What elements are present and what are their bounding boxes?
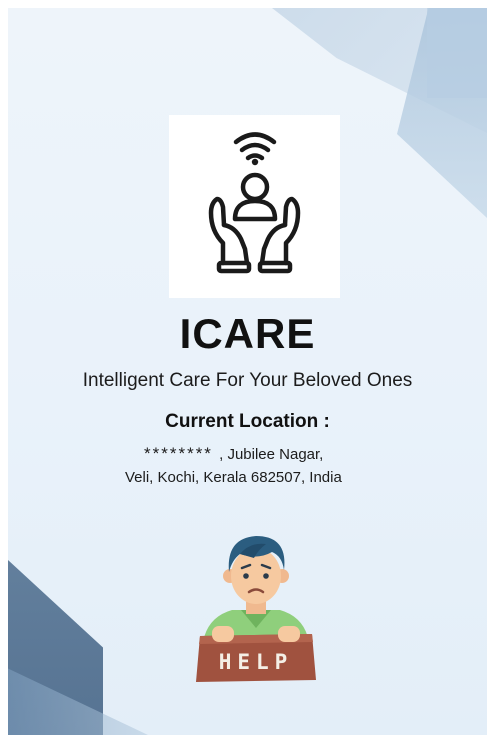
wifi-person-hands-care-icon: [208, 132, 301, 274]
help-button[interactable]: HELP: [186, 530, 326, 695]
address-line-1-text: , Jubilee Nagar,: [214, 446, 324, 463]
help-label: HELP: [218, 650, 294, 674]
decorative-shape-top-right-corner: [427, 8, 487, 98]
app-screen: ICARE Intelligent Care For Your Beloved …: [8, 8, 487, 735]
address-line-2: Veli, Kochi, Kerala 682507, India: [125, 469, 342, 486]
app-logo: [169, 115, 340, 298]
app-title: ICARE: [179, 310, 316, 357]
address-line-1: ******** , Jubilee Nagar,: [144, 444, 323, 464]
current-location-heading: Current Location :: [165, 411, 330, 432]
app-tagline: Intelligent Care For Your Beloved Ones: [82, 370, 413, 391]
masked-address-part: ********: [144, 444, 213, 463]
